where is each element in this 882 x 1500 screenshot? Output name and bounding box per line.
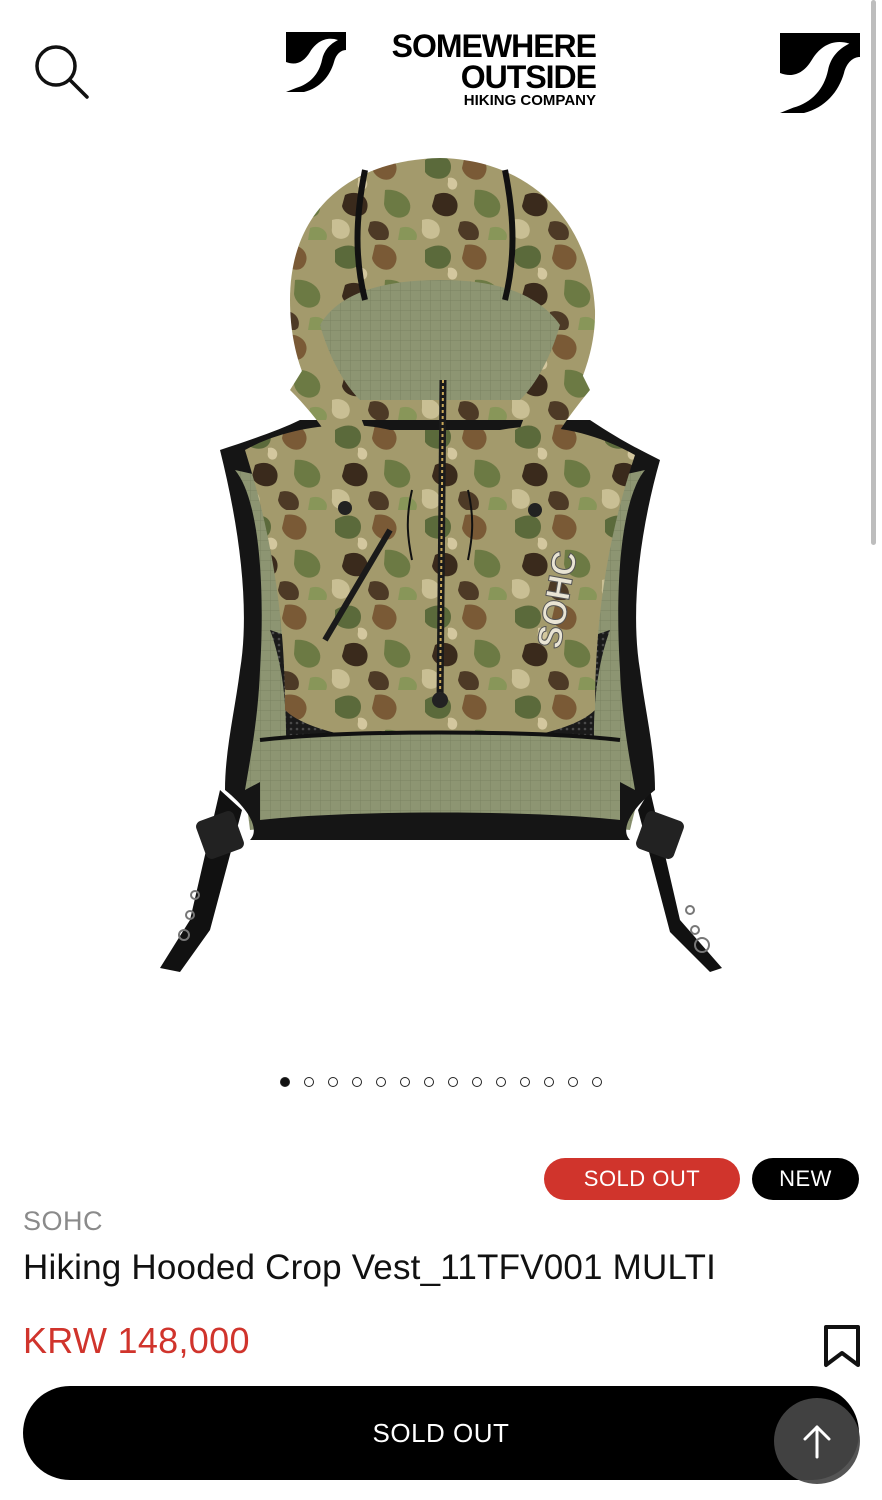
brand-menu-button[interactable] xyxy=(780,33,860,113)
brand-mark-icon xyxy=(286,32,346,92)
search-button[interactable] xyxy=(30,40,94,104)
brand-logo[interactable]: SOMEWHERE OUTSIDE HIKING COMPANY xyxy=(286,28,606,116)
carousel-dot[interactable] xyxy=(328,1077,338,1087)
carousel-dot[interactable] xyxy=(376,1077,386,1087)
vest-illustration: SOHC xyxy=(160,158,722,972)
product-image[interactable]: SOHC xyxy=(150,150,740,980)
brand-line-outside: OUTSIDE xyxy=(460,59,597,95)
carousel-dot[interactable] xyxy=(280,1077,290,1087)
sold-out-badge: SOLD OUT xyxy=(544,1158,740,1200)
product-title: Hiking Hooded Crop Vest_11TFV001 MULTI xyxy=(23,1248,717,1287)
search-icon xyxy=(35,45,89,99)
header: SOMEWHERE OUTSIDE HIKING COMPANY xyxy=(0,0,882,130)
bookmark-button[interactable] xyxy=(822,1324,862,1368)
carousel-dot[interactable] xyxy=(592,1077,602,1087)
carousel-dot[interactable] xyxy=(568,1077,578,1087)
sold-out-button[interactable]: SOLD OUT xyxy=(23,1386,859,1480)
brand-line-somewhere: SOMEWHERE xyxy=(391,28,597,64)
carousel-dot[interactable] xyxy=(400,1077,410,1087)
carousel-dot[interactable] xyxy=(472,1077,482,1087)
carousel-dot[interactable] xyxy=(304,1077,314,1087)
carousel-pagination xyxy=(0,1077,882,1091)
page-scrollbar[interactable] xyxy=(871,0,876,545)
carousel-dot[interactable] xyxy=(544,1077,554,1087)
scroll-to-top-button[interactable] xyxy=(774,1398,860,1484)
carousel-dot[interactable] xyxy=(496,1077,506,1087)
product-price: KRW 148,000 xyxy=(23,1320,250,1361)
arrow-up-icon xyxy=(803,1425,831,1459)
bookmark-icon xyxy=(824,1325,860,1367)
new-badge: NEW xyxy=(752,1158,859,1200)
carousel-dot[interactable] xyxy=(352,1077,362,1087)
product-brand[interactable]: SOHC xyxy=(23,1206,103,1237)
carousel-dot[interactable] xyxy=(448,1077,458,1087)
carousel-dot[interactable] xyxy=(424,1077,434,1087)
brand-logo-icon xyxy=(780,33,860,113)
brand-line-hiking-company: HIKING COMPANY xyxy=(463,92,596,109)
brand-wordmark: SOMEWHERE OUTSIDE HIKING COMPANY xyxy=(356,28,597,110)
carousel-dot[interactable] xyxy=(520,1077,530,1087)
